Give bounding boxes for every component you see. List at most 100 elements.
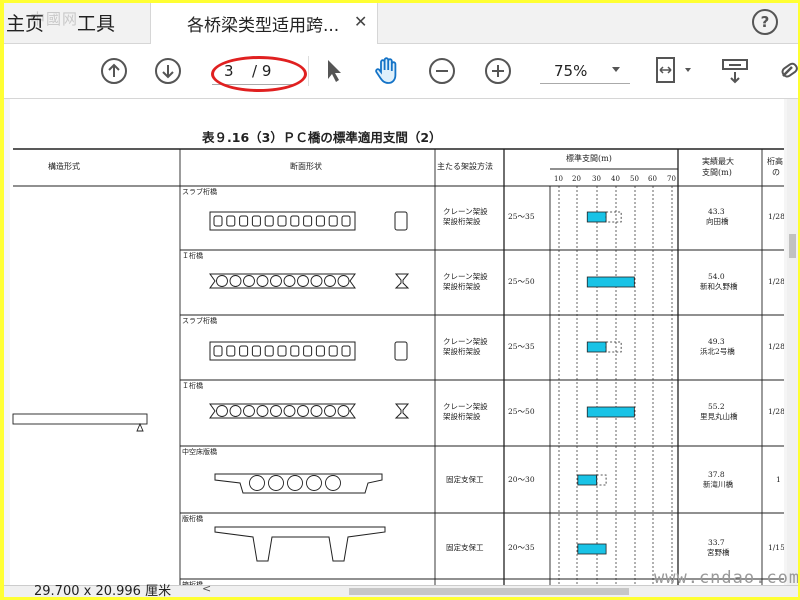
row-range: 25～35 — [508, 342, 535, 351]
hollow-void — [268, 475, 284, 491]
row-bridge: 宮野橋 — [707, 548, 730, 557]
row-method: クレーン架設 — [443, 402, 488, 411]
help-icon[interactable]: ? — [752, 9, 778, 35]
hollow-void — [325, 475, 341, 491]
table-title: 表９.16（3）ＰＣ橋の標準適用支間（2） — [202, 130, 442, 145]
slab-girder-section — [214, 526, 386, 562]
page-up-icon[interactable] — [100, 57, 128, 85]
row-method: クレーン架設 — [443, 207, 488, 216]
close-icon[interactable]: ✕ — [354, 12, 367, 31]
tick-label: 50 — [630, 175, 639, 183]
row-type: 版桁橋 — [182, 515, 203, 523]
girder-void — [310, 275, 323, 287]
girder-void — [243, 275, 255, 287]
vertical-scrollbar[interactable] — [787, 99, 798, 585]
girder-void — [297, 405, 309, 417]
row-method: 固定支保工 — [446, 475, 484, 484]
row-method: 架設桁架設 — [443, 412, 481, 421]
span-bar — [577, 543, 607, 555]
row-range: 20～30 — [508, 475, 535, 484]
girder-void — [324, 275, 336, 287]
tab-tools[interactable]: 工具 — [77, 9, 115, 36]
hollow-void — [249, 475, 265, 491]
row-record: 55.2 — [708, 402, 725, 411]
row-bridge: 里見丸山橋 — [700, 412, 738, 421]
tab-document-title: 各桥梁类型适用跨... — [187, 16, 340, 36]
girder-void — [324, 405, 336, 417]
row-ratio: 1 — [776, 475, 781, 484]
link-icon[interactable] — [780, 58, 798, 86]
toolbar-divider — [308, 56, 309, 86]
row-method: 架設桁架設 — [443, 217, 481, 226]
span-bar — [577, 474, 598, 486]
slab-void — [328, 345, 338, 357]
girder-void — [216, 405, 228, 417]
row-ratio: 1/28 — [768, 212, 784, 221]
slab-void — [341, 215, 351, 227]
header-ratio-1: 桁高 — [767, 157, 783, 166]
girder-void — [297, 275, 309, 287]
row-record: 49.3 — [708, 337, 725, 346]
tab-document[interactable]: 各桥梁类型适用跨... ✕ — [150, 3, 378, 44]
span-bar — [586, 406, 635, 418]
row-record: 43.3 — [708, 207, 725, 216]
page-down-icon[interactable] — [154, 57, 182, 85]
span-bar — [586, 211, 607, 223]
slab-void — [213, 215, 223, 227]
slab-void — [303, 215, 313, 227]
row-type: スラブ桁橋 — [182, 317, 217, 325]
slab-void — [341, 345, 351, 357]
row-method: クレーン架設 — [443, 272, 488, 281]
zoom-out-icon[interactable] — [428, 57, 456, 85]
slab-void — [251, 215, 261, 227]
row-type: 中空床版橋 — [182, 448, 217, 456]
slab-void — [290, 345, 300, 357]
header-erection: 主たる架設方法 — [437, 162, 493, 171]
page-size-label: 29.700 x 20.996 厘米 — [34, 584, 172, 597]
tick-label: 60 — [648, 175, 657, 183]
hollow-void — [287, 475, 303, 491]
tab-home[interactable]: 主页 — [6, 9, 44, 36]
row-bridge: 浜北2号橋 — [700, 347, 735, 356]
zoom-select[interactable]: 75% — [540, 57, 630, 84]
vertical-scroll-thumb[interactable] — [789, 234, 796, 258]
span-bar-extension — [596, 474, 607, 486]
row-range: 25～35 — [508, 212, 535, 221]
horizontal-scroll-thumb[interactable] — [349, 588, 629, 595]
row-ratio: 1/15 — [768, 543, 784, 552]
slab-void — [251, 345, 261, 357]
row-ratio: 1/28 — [768, 277, 784, 286]
zoom-in-icon[interactable] — [484, 57, 512, 85]
row-record: 54.0 — [708, 272, 725, 281]
app-window: 中國网 主页 工具 各桥梁类型适用跨... ✕ ? 3 / 9 75% 表９.1… — [4, 3, 798, 597]
girder-void — [337, 275, 350, 287]
slab-void — [277, 345, 287, 357]
row-range: 20～35 — [508, 543, 535, 552]
row-type: Ｉ桁橋 — [182, 252, 203, 260]
header-span: 標準支間(m) — [566, 154, 612, 163]
scroll-mode-icon[interactable] — [720, 56, 752, 86]
girder-void — [270, 275, 282, 287]
slab-void — [213, 345, 223, 357]
girder-void — [216, 275, 228, 287]
slab-void — [239, 215, 249, 227]
pdf-page: 表９.16（3）ＰＣ橋の標準適用支間（2） 構造形式 断面形状 主たる架設方法 … — [10, 99, 784, 585]
document-viewport[interactable]: 表９.16（3）ＰＣ橋の標準適用支間（2） 構造形式 断面形状 主たる架設方法 … — [4, 99, 798, 585]
row-method: クレーン架設 — [443, 337, 488, 346]
header-record-1: 実績最大 — [702, 157, 734, 166]
watermark-bottom: www.cndao.com — [654, 568, 798, 588]
row-record: 33.7 — [708, 538, 725, 547]
row-bridge: 新滝川橋 — [703, 480, 733, 489]
row-ratio: 1/28 — [768, 407, 784, 416]
slab-void — [264, 345, 274, 357]
fit-page-icon[interactable] — [652, 55, 700, 87]
row-record: 37.8 — [708, 470, 725, 479]
header-section: 断面形状 — [290, 162, 322, 171]
toolbar: 3 / 9 75% — [4, 44, 798, 99]
slab-void — [226, 345, 236, 357]
span-table — [12, 148, 784, 585]
chevron-left-icon[interactable]: < — [202, 582, 211, 595]
hand-tool-icon[interactable] — [372, 55, 404, 87]
tick-label: 20 — [572, 175, 581, 183]
select-cursor-icon[interactable] — [322, 57, 346, 85]
